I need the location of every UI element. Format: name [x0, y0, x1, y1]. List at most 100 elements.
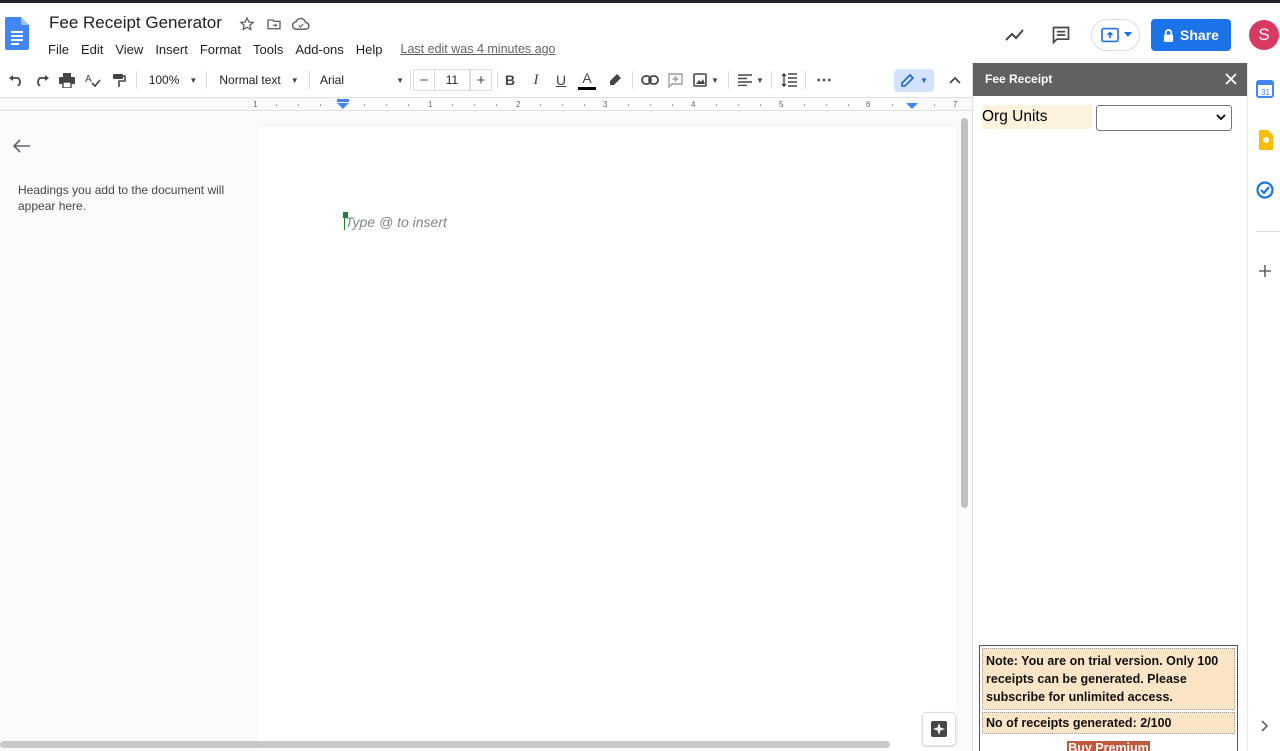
- right-indent-marker: [906, 103, 918, 109]
- ruler-tick-label: 7: [953, 100, 958, 109]
- document-canvas: Headings you add to the document will ap…: [0, 112, 972, 751]
- toolbar-divider: [497, 71, 498, 89]
- chevron-down-icon: ▼: [756, 75, 764, 85]
- menu-insert[interactable]: Insert: [149, 42, 194, 57]
- share-label: Share: [1180, 27, 1219, 43]
- ruler-scale: 1 1 2 3 4 5 6 7: [253, 99, 958, 109]
- docs-logo-icon[interactable]: [5, 17, 29, 50]
- print-icon[interactable]: [57, 68, 77, 92]
- menu-edit[interactable]: Edit: [75, 42, 109, 57]
- chevron-down-icon: [1123, 32, 1132, 37]
- add-addon-icon[interactable]: [1255, 261, 1275, 281]
- text-color-letter: A: [582, 69, 592, 86]
- bold-button[interactable]: B: [500, 68, 520, 92]
- side-panel-title: Fee Receipt: [985, 72, 1053, 86]
- toolbar-divider: [309, 71, 310, 89]
- font-size-input[interactable]: 11: [434, 69, 470, 91]
- side-apps-rail: 31: [1247, 63, 1280, 751]
- chevron-down-icon: [1216, 114, 1226, 121]
- toolbar-divider: [136, 71, 137, 89]
- ruler-tick-label: 1: [253, 100, 258, 109]
- increase-font-size-button[interactable]: +: [470, 69, 492, 91]
- editing-mode-select[interactable]: ▼: [894, 69, 934, 92]
- spellcheck-icon[interactable]: A: [83, 68, 103, 92]
- activity-trend-icon[interactable]: [1003, 23, 1027, 47]
- close-icon[interactable]: [1223, 71, 1239, 87]
- document-title[interactable]: Fee Receipt Generator: [49, 13, 222, 33]
- outline-hint: Headings you add to the document will ap…: [18, 183, 225, 213]
- menu-view[interactable]: View: [109, 42, 149, 57]
- font-family-select[interactable]: Arial ▼: [320, 68, 404, 92]
- redo-icon[interactable]: [32, 68, 52, 92]
- trial-note-text: Note: You are on trial version. Only 100…: [982, 648, 1235, 710]
- buy-premium-button[interactable]: Buy Premium: [1067, 741, 1150, 751]
- ruler-tick-label: 1: [428, 100, 433, 109]
- ruler-tick-label: 2: [516, 100, 521, 109]
- addon-side-panel: Fee Receipt Org Units Note: You are on t…: [972, 63, 1248, 751]
- insert-link-icon[interactable]: [639, 68, 661, 92]
- explore-button[interactable]: [922, 712, 956, 746]
- arrow-back-icon[interactable]: [12, 136, 32, 156]
- ruler-tick-label: 3: [603, 100, 608, 109]
- insert-image-icon[interactable]: ▼: [691, 68, 721, 92]
- first-line-indent-marker: [337, 99, 349, 102]
- receipts-count-text: No of receipts generated: 2/100: [982, 712, 1235, 734]
- vertical-scrollbar[interactable]: [961, 118, 968, 508]
- menu-bar: File Edit View Insert Format Tools Add-o…: [42, 39, 555, 59]
- zoom-select[interactable]: 100% ▼: [148, 68, 198, 92]
- toolbar-divider: [206, 71, 207, 89]
- collapse-menus-icon[interactable]: [945, 68, 965, 92]
- highlight-pen-icon[interactable]: [605, 68, 625, 92]
- menu-help[interactable]: Help: [350, 42, 389, 57]
- text-color-button[interactable]: A: [576, 68, 598, 92]
- horizontal-scrollbar[interactable]: [0, 741, 890, 748]
- ruler-tick-label: 5: [779, 100, 784, 109]
- chevron-down-icon: ▼: [290, 75, 299, 85]
- side-panel-header: Fee Receipt: [973, 63, 1248, 96]
- editing-toolbar: A 100% ▼ Normal text ▼ Arial ▼ − 11 + B …: [0, 63, 972, 97]
- menu-addons[interactable]: Add-ons: [289, 42, 349, 57]
- move-folder-icon[interactable]: [265, 15, 283, 33]
- chevron-right-icon[interactable]: [1255, 716, 1275, 736]
- toolbar-divider: [771, 71, 772, 89]
- left-indent-marker: [337, 103, 349, 109]
- present-icon: [1100, 27, 1119, 43]
- toolbar-divider: [728, 71, 729, 89]
- cloud-saved-icon[interactable]: [292, 15, 310, 33]
- present-button[interactable]: [1091, 19, 1140, 51]
- pencil-icon: [901, 73, 915, 87]
- toolbar-divider: [805, 71, 806, 89]
- more-options-button[interactable]: ⋯: [812, 68, 836, 92]
- document-page[interactable]: Type @ to insert: [257, 126, 957, 751]
- paragraph-style-value: Normal text: [219, 73, 281, 87]
- last-edit-link[interactable]: Last edit was 4 minutes ago: [401, 42, 556, 56]
- horizontal-ruler[interactable]: 1 1 2 3 4 5 6 7: [0, 97, 972, 111]
- chevron-down-icon: ▼: [711, 75, 719, 85]
- keep-icon[interactable]: [1255, 130, 1275, 150]
- undo-icon[interactable]: [6, 68, 26, 92]
- calendar-icon[interactable]: 31: [1255, 79, 1275, 99]
- share-button[interactable]: Share: [1151, 19, 1231, 51]
- line-spacing-icon[interactable]: [778, 68, 800, 92]
- font-family-value: Arial: [320, 73, 345, 87]
- italic-button[interactable]: I: [526, 68, 546, 92]
- paragraph-style-select[interactable]: Normal text ▼: [217, 68, 301, 92]
- ruler-tick-label: 6: [866, 100, 871, 109]
- explore-sparkle-icon: [931, 721, 947, 737]
- menu-tools[interactable]: Tools: [247, 42, 289, 57]
- star-icon[interactable]: [238, 15, 256, 33]
- tasks-icon[interactable]: [1255, 180, 1275, 200]
- align-icon[interactable]: ▼: [736, 68, 766, 92]
- text-color-swatch: [578, 86, 596, 90]
- comments-icon[interactable]: [1049, 23, 1073, 47]
- paint-format-icon[interactable]: [109, 68, 129, 92]
- account-avatar[interactable]: S: [1249, 20, 1279, 50]
- org-units-label: Org Units: [982, 105, 1092, 129]
- insert-placeholder[interactable]: Type @ to insert: [345, 214, 447, 230]
- add-comment-icon[interactable]: [665, 68, 685, 92]
- menu-format[interactable]: Format: [194, 42, 247, 57]
- underline-button[interactable]: U: [551, 68, 571, 92]
- menu-file[interactable]: File: [42, 42, 75, 57]
- decrease-font-size-button[interactable]: −: [413, 69, 435, 91]
- org-units-select[interactable]: [1096, 105, 1232, 131]
